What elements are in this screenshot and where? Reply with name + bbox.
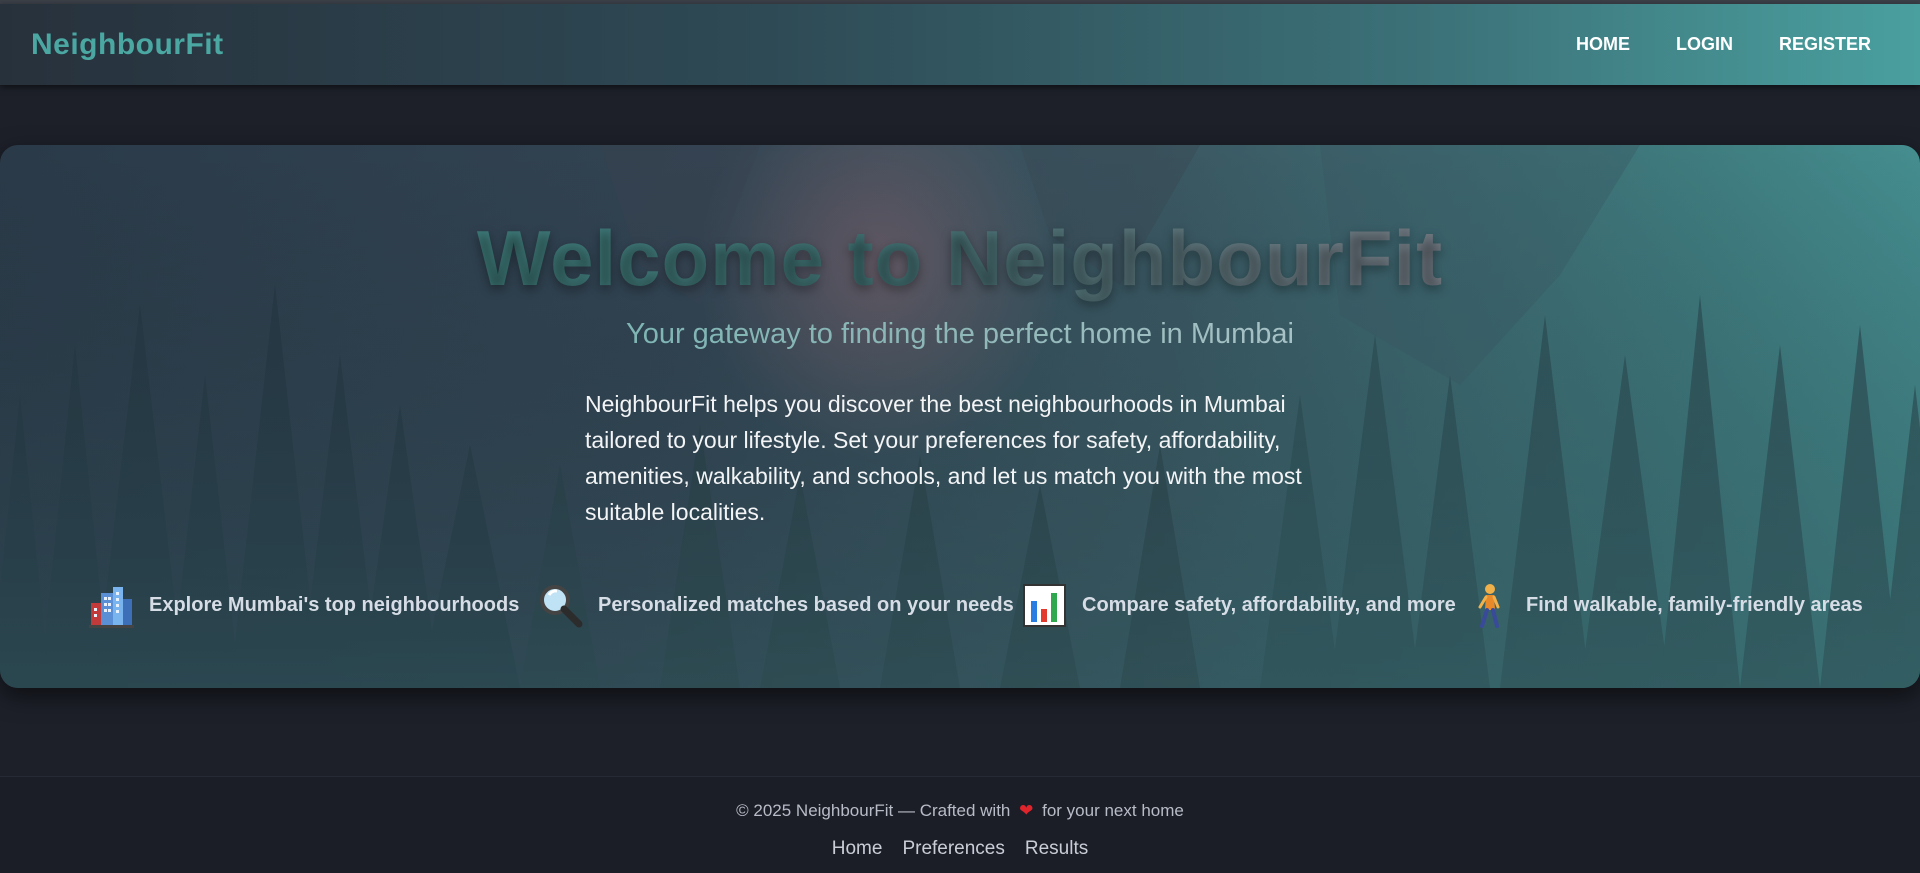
city-buildings-icon (89, 586, 134, 628)
footer: © 2025 NeighbourFit — Crafted with ❤ for… (0, 776, 1920, 873)
brand-logo[interactable]: NeighbourFit (31, 28, 224, 62)
nav-links: HOME LOGIN REGISTER (1576, 34, 1871, 55)
magnifying-glass-icon (540, 584, 583, 627)
nav-login-link[interactable]: LOGIN (1676, 34, 1733, 55)
hero-subtitle: Your gateway to finding the perfect home… (0, 318, 1920, 351)
feature-compare: Compare safety, affordability, and more (1022, 580, 1456, 630)
bar-chart-icon (1023, 583, 1066, 627)
copyright-suffix: for your next home (1042, 801, 1184, 820)
feature-label: Compare safety, affordability, and more (1082, 593, 1456, 616)
footer-home-link[interactable]: Home (832, 838, 883, 860)
copyright-text: © 2025 NeighbourFit — Crafted with (736, 801, 1011, 820)
navbar: NeighbourFit HOME LOGIN REGISTER (0, 4, 1920, 85)
feature-matches: Personalized matches based on your needs (538, 580, 1014, 630)
footer-links: Home Preferences Results (0, 838, 1920, 860)
feature-walkable: Find walkable, family-friendly areas (1466, 580, 1863, 630)
feature-label: Explore Mumbai's top neighbourhoods (149, 593, 520, 616)
footer-results-link[interactable]: Results (1025, 838, 1088, 860)
footer-preferences-link[interactable]: Preferences (902, 838, 1004, 860)
feature-explore: Explore Mumbai's top neighbourhoods (89, 580, 519, 630)
feature-label: Find walkable, family-friendly areas (1526, 593, 1863, 616)
hero-section: Welcome to NeighbourFit Your gateway to … (0, 145, 1920, 688)
hero-title: Welcome to NeighbourFit (0, 213, 1920, 304)
feature-list: Explore Mumbai's top neighbourhoods Pers… (0, 580, 1920, 630)
nav-home-link[interactable]: HOME (1576, 34, 1630, 55)
footer-copyright: © 2025 NeighbourFit — Crafted with ❤ for… (0, 801, 1920, 821)
feature-label: Personalized matches based on your needs (598, 593, 1014, 616)
nav-register-link[interactable]: REGISTER (1779, 34, 1871, 55)
heart-icon: ❤ (1019, 801, 1034, 820)
hero-description: NeighbourFit helps you discover the best… (585, 391, 1302, 525)
person-walking-icon (1478, 583, 1500, 628)
